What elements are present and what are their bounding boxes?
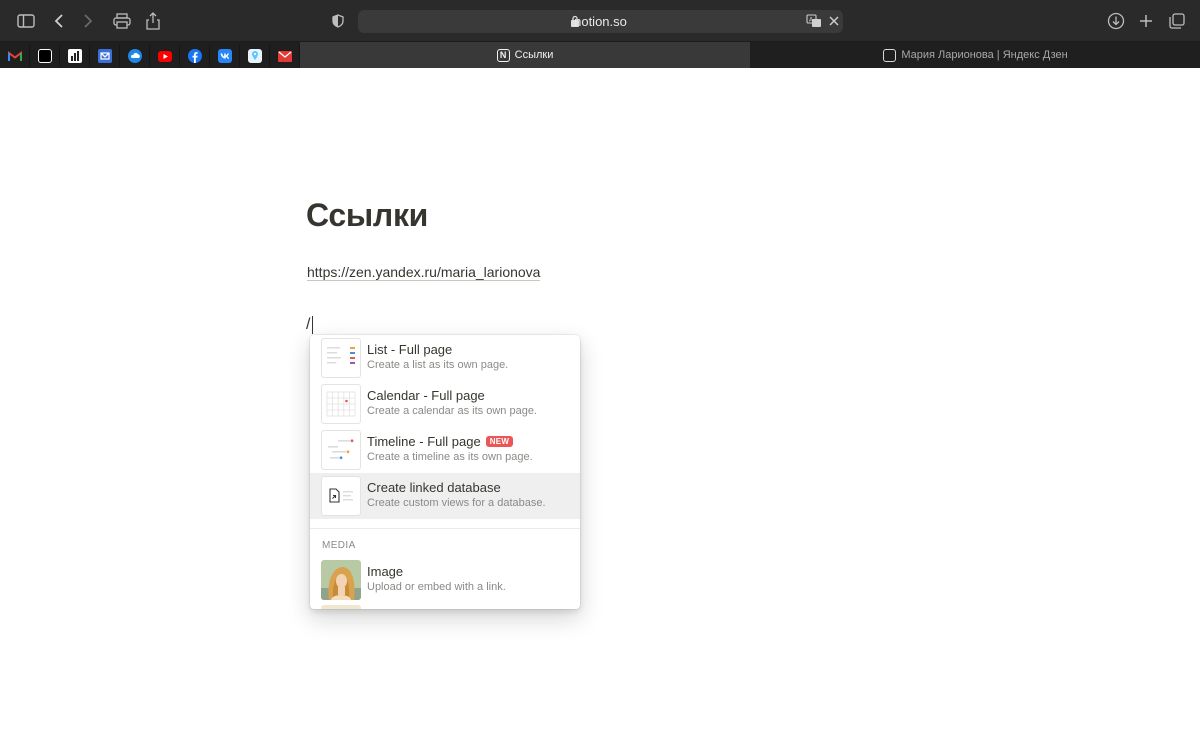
tab-overview-icon[interactable] — [1165, 9, 1189, 33]
address-bar[interactable]: notion.so A — [358, 10, 843, 33]
slash-command-menu: List - Full page Create a list as its ow… — [310, 335, 580, 609]
zen-tab-icon — [883, 48, 897, 62]
menu-item-title-text: Timeline - Full page — [367, 434, 481, 449]
tab-label: Ссылки — [514, 49, 554, 61]
back-icon[interactable] — [47, 9, 71, 33]
mail-icon — [97, 49, 112, 63]
page-link[interactable]: https://zen.yandex.ru/maria_larionova — [307, 264, 541, 281]
tab-bar: N Ссылки Мария Ларионова | Яндекс Дзен — [0, 42, 1200, 68]
facebook-icon — [187, 49, 202, 63]
page-title[interactable]: Ссылки — [306, 197, 428, 234]
menu-item-image[interactable]: Image Upload or embed with a link. — [310, 557, 580, 603]
menu-item-timeline-full-page[interactable]: Timeline - Full page NEW Create a timelin… — [310, 427, 580, 473]
menu-item-title: Timeline - Full page NEW — [367, 434, 514, 449]
menu-item-desc: Create a list as its own page. — [367, 359, 509, 371]
bookmark-envelope[interactable] — [270, 45, 300, 67]
youtube-icon — [157, 50, 172, 62]
next-item-thumbnail — [321, 605, 361, 609]
menu-item-desc: Upload or embed with a link. — [367, 581, 506, 593]
bookmark-cloud[interactable] — [120, 45, 150, 67]
slash-command-input[interactable]: / — [306, 316, 310, 334]
notion-icon — [37, 49, 52, 63]
bookmark-notion[interactable] — [30, 45, 60, 67]
menu-item-title: Create linked database — [367, 480, 501, 495]
bookmark-gmail[interactable] — [0, 45, 30, 67]
menu-item-title: Image — [367, 564, 404, 579]
list-icon — [321, 338, 361, 378]
tab-links[interactable]: N Ссылки — [300, 42, 750, 68]
bookmark-youtube[interactable] — [150, 45, 180, 67]
new-badge: NEW — [485, 436, 514, 447]
bookmark-mail[interactable] — [90, 45, 120, 67]
sidebar-toggle-icon[interactable] — [14, 9, 38, 33]
bookmark-vk[interactable] — [210, 45, 240, 67]
download-icon[interactable] — [1104, 9, 1128, 33]
close-icon[interactable] — [826, 13, 842, 29]
privacy-shield-icon[interactable] — [326, 9, 350, 33]
notion-tab-icon: N — [496, 48, 510, 62]
print-icon[interactable] — [110, 9, 134, 33]
menu-item-desc: Create a calendar as its own page. — [367, 405, 537, 417]
image-icon — [321, 560, 361, 600]
menu-item-calendar-full-page[interactable]: Calendar - Full page Create a calendar a… — [310, 381, 580, 427]
new-tab-icon[interactable] — [1134, 9, 1158, 33]
url-text: notion.so — [574, 14, 627, 29]
forward-icon[interactable] — [76, 9, 100, 33]
gmail-icon — [7, 50, 22, 61]
menu-item-title: List - Full page — [367, 342, 453, 357]
menu-divider — [310, 528, 580, 529]
cloud-icon — [127, 49, 142, 63]
timeline-icon — [321, 430, 361, 470]
menu-item-desc: Create a timeline as its own page. — [367, 451, 533, 463]
envelope-icon — [277, 50, 292, 62]
bookmark-stats[interactable] — [60, 45, 90, 67]
menu-item-title: Calendar - Full page — [367, 388, 485, 403]
text-caret — [312, 316, 313, 334]
browser-toolbar: notion.so A — [0, 0, 1200, 42]
menu-item-desc: Create custom views for a database. — [367, 497, 546, 509]
vk-icon — [217, 49, 232, 63]
menu-item-create-linked-database[interactable]: Create linked database Create custom vie… — [310, 473, 580, 519]
menu-item-list-full-page[interactable]: List - Full page Create a list as its ow… — [310, 335, 580, 381]
tab-label: Мария Ларионова | Яндекс Дзен — [901, 49, 1068, 61]
linked-database-icon — [321, 476, 361, 516]
stats-icon — [67, 49, 82, 63]
tab-yandex-zen[interactable]: Мария Ларионова | Яндекс Дзен — [751, 42, 1200, 68]
maps-icon — [247, 49, 262, 63]
bookmark-maps[interactable] — [240, 45, 270, 67]
calendar-icon — [321, 384, 361, 424]
bookmark-facebook[interactable] — [180, 45, 210, 67]
translate-icon[interactable]: A — [806, 13, 822, 29]
share-icon[interactable] — [141, 9, 165, 33]
menu-section-media: MEDIA — [322, 540, 356, 551]
